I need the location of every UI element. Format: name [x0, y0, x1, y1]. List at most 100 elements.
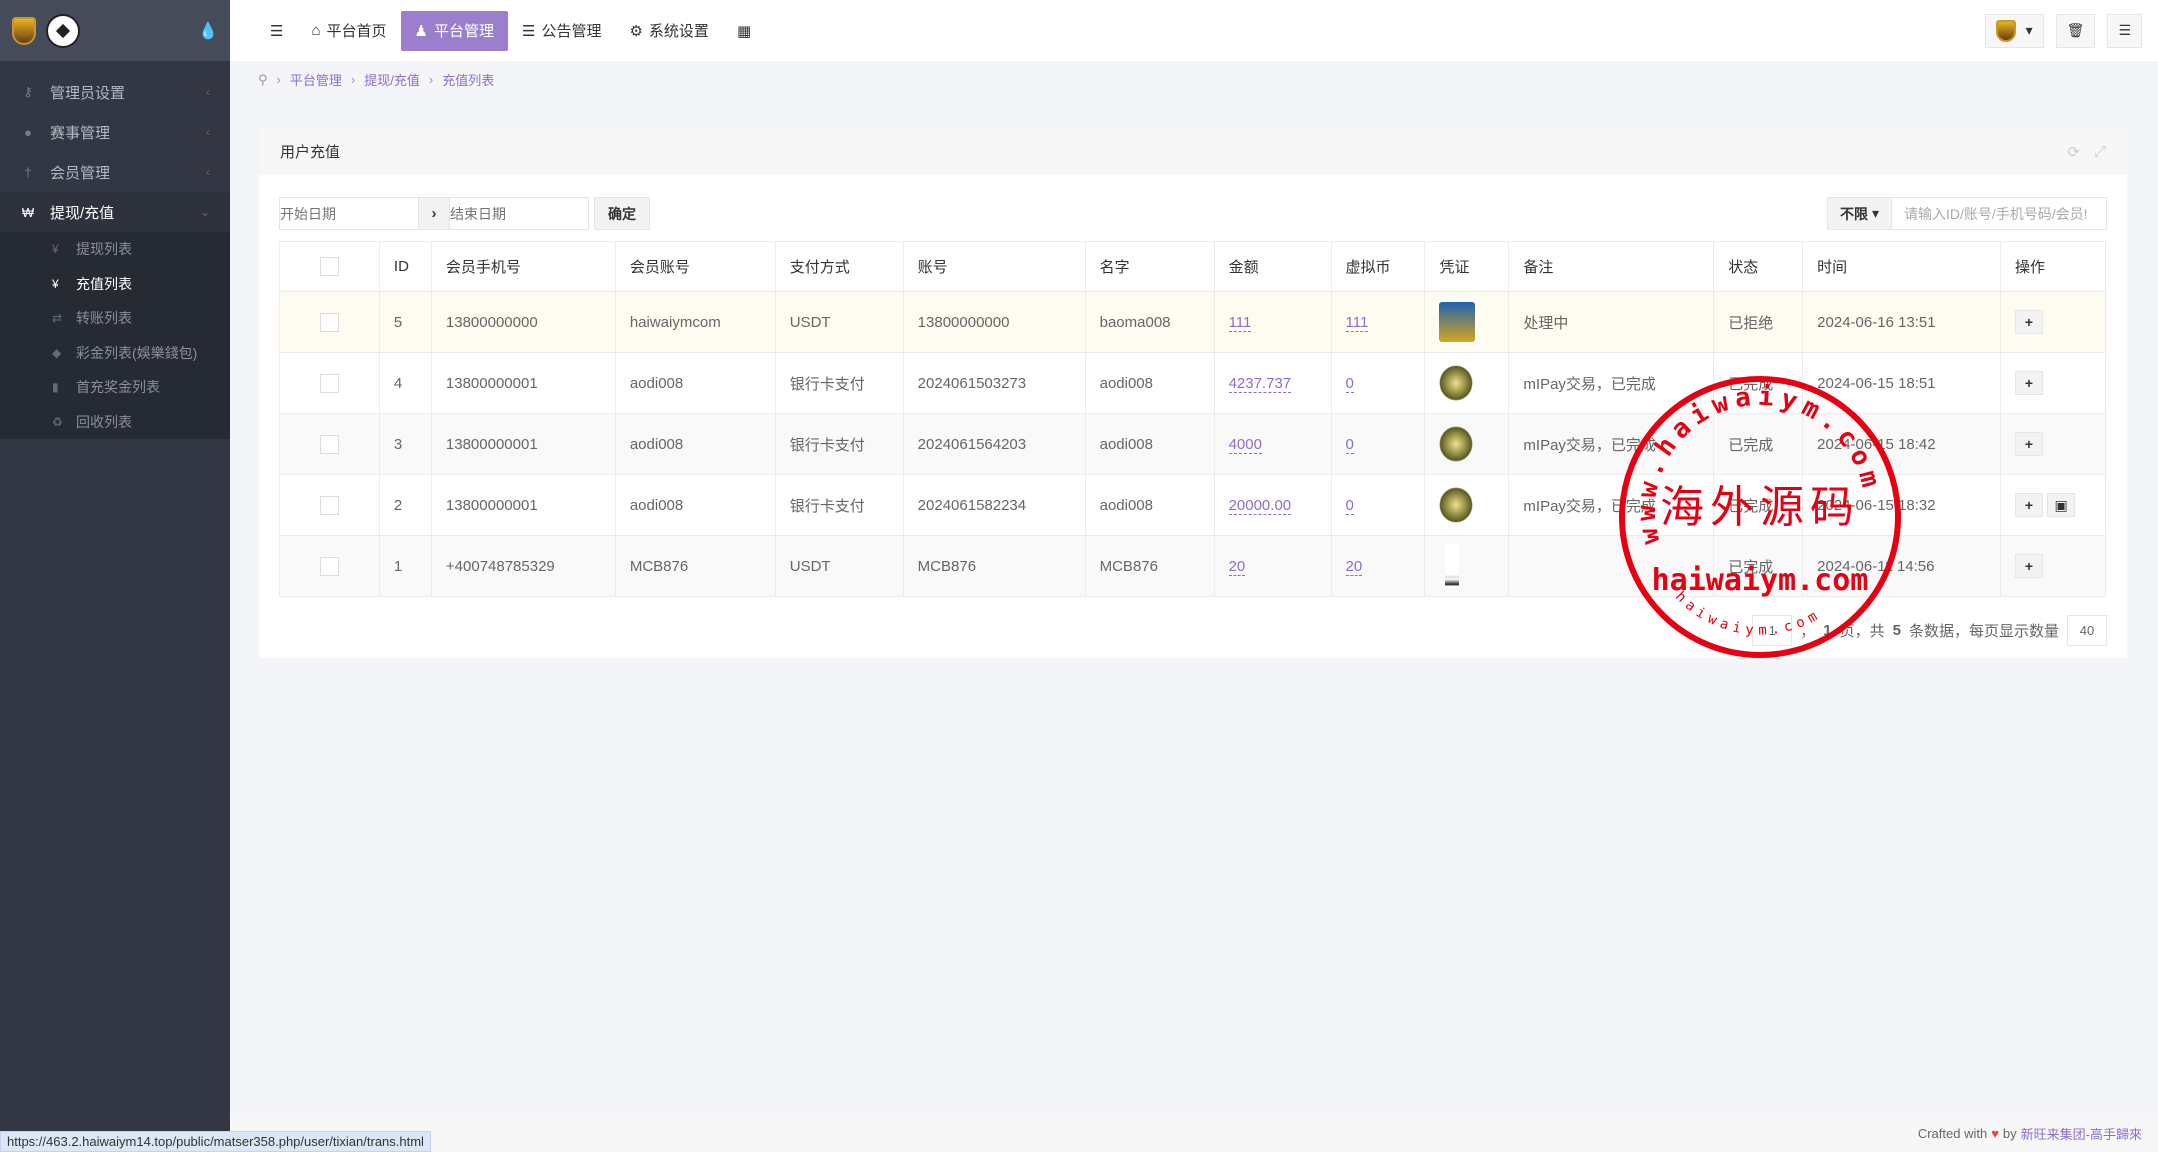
footer: Crafted with ♥ by 新旺来集团-高手歸來 [230, 1114, 2158, 1152]
recharge-table: ID 会员手机号 会员账号 支付方式 账号 名字 金额 虚拟币 凭证 备注 状态… [279, 241, 2107, 597]
amount-edit-link[interactable]: 4237.737 [1228, 374, 1292, 393]
cell-pay: 银行卡支付 [774, 352, 904, 414]
football-icon [46, 13, 80, 48]
add-button[interactable]: + [2014, 310, 2043, 334]
col-account: 会员账号 [614, 241, 776, 292]
cell-time: 2024-06-15 18:32 [1802, 474, 2001, 536]
search-input[interactable] [1892, 197, 2107, 230]
coin-edit-link[interactable]: 0 [1345, 496, 1354, 515]
tab-announcements[interactable]: ☰ 公告管理 [508, 11, 615, 51]
cell-pay: 银行卡支付 [774, 474, 904, 536]
cell-id: 1 [378, 535, 432, 597]
cell-name: MCB876 [1084, 535, 1215, 597]
row-checkbox[interactable] [319, 434, 339, 454]
coin-edit-link[interactable]: 0 [1345, 435, 1354, 454]
proof-image[interactable] [1439, 365, 1474, 401]
cell-name: aodi008 [1084, 352, 1215, 414]
refresh-icon[interactable]: ⟳ [2067, 143, 2080, 161]
menu-toggle-button[interactable]: ☰ [256, 11, 297, 51]
sidebar-sub-withdraw-list[interactable]: ¥ 提现列表 [0, 232, 230, 267]
col-amount: 金额 [1213, 241, 1332, 292]
sidebar-item-events[interactable]: ● 赛事管理 ‹ [0, 112, 230, 152]
apps-button[interactable]: ▦ [723, 11, 765, 51]
row-checkbox[interactable] [319, 556, 339, 576]
topbar: ☰ ⌂ 平台首页 ♟ 平台管理 ☰ 公告管理 ⚙ 系统设置 ▦ ▾ 🗑 ☰ [230, 0, 2158, 61]
page-input[interactable]: 1 [1752, 615, 1793, 646]
cell-id: 4 [378, 352, 432, 414]
add-button[interactable]: + [2014, 432, 2043, 456]
proof-image[interactable] [1439, 487, 1474, 523]
coin-edit-link[interactable]: 0 [1345, 374, 1354, 393]
cell-account: MCB876 [614, 535, 776, 597]
breadcrumb-link[interactable]: 提现/充值 [364, 70, 420, 89]
sidebar-sub-bonus-list[interactable]: ◆ 彩金列表(娛樂錢包) [0, 336, 230, 371]
cell-acct: 13800000000 [902, 291, 1086, 353]
sidebar-sub-recycle-list[interactable]: ♻ 回收列表 [0, 405, 230, 440]
table-row: 4 13800000001 aodi008 银行卡支付 202406150327… [279, 352, 2107, 414]
tab-platform-manage[interactable]: ♟ 平台管理 [400, 10, 508, 51]
cell-status: 已完成 [1713, 474, 1804, 536]
cell-time: 2024-06-16 13:51 [1802, 291, 2001, 353]
chevron-down-icon: ⌄ [199, 205, 210, 219]
yen-icon: ¥ [52, 242, 59, 257]
add-button[interactable]: + [2014, 371, 2043, 395]
cell-acct: 2024061564203 [902, 413, 1086, 475]
theme-drop-icon[interactable]: 💧 [198, 21, 218, 41]
cell-time: 2024-06-15 18:42 [1802, 413, 2001, 475]
add-button[interactable]: + [2014, 492, 2043, 517]
sidebar-sub-recharge-list[interactable]: ¥ 充值列表 [0, 267, 230, 302]
amount-edit-link[interactable]: 111 [1228, 313, 1252, 332]
cell-pay: USDT [774, 535, 904, 597]
col-id[interactable]: ID [378, 241, 432, 292]
breadcrumb-link[interactable]: 平台管理 [290, 70, 342, 89]
cell-id: 3 [378, 413, 432, 475]
col-coin: 虚拟币 [1330, 241, 1426, 292]
cell-acct: 2024061582234 [902, 474, 1086, 536]
add-button[interactable]: + [2014, 554, 2043, 578]
cell-note: 处理中 [1508, 291, 1715, 353]
cell-status: 已完成 [1713, 535, 1804, 597]
money-icon[interactable]: ▣ [2047, 493, 2076, 518]
cell-phone: 13800000001 [430, 474, 616, 536]
end-date-input[interactable] [449, 197, 589, 230]
layout-toggle-button[interactable]: ☰ [2107, 13, 2142, 48]
cell-note: mIPay交易，已完成 [1508, 352, 1715, 414]
sidebar-sub-transfer-list[interactable]: ⇄ 转账列表 [0, 301, 230, 336]
amount-edit-link[interactable]: 20000.00 [1228, 496, 1292, 515]
coin-edit-link[interactable]: 111 [1345, 313, 1369, 332]
clear-cache-button[interactable]: 🗑 [2055, 13, 2096, 48]
sidebar-item-withdraw-recharge[interactable]: ₩ 提现/充值 ⌄ [0, 192, 230, 232]
fullscreen-icon[interactable]: ⤢ [2094, 143, 2106, 161]
cell-acct: MCB876 [902, 535, 1086, 597]
cell-phone: 13800000001 [430, 352, 616, 414]
proof-image[interactable] [1445, 544, 1460, 588]
footer-link[interactable]: 新旺来集团-高手歸來 [2021, 1124, 2142, 1143]
breadcrumb-current[interactable]: 充值列表 [442, 70, 494, 89]
col-time: 时间 [1802, 241, 2001, 292]
tab-system-settings[interactable]: ⚙ 系统设置 [615, 11, 722, 51]
cell-account: haiwaiymcom [614, 291, 776, 353]
amount-edit-link[interactable]: 20 [1228, 557, 1246, 576]
select-all-checkbox[interactable] [319, 257, 339, 276]
gear-icon: ⚙ [629, 22, 643, 40]
cell-id: 5 [378, 291, 432, 353]
row-checkbox[interactable] [319, 373, 339, 393]
location-icon: ⚲ [258, 71, 268, 87]
confirm-button[interactable]: 确定 [594, 197, 650, 230]
amount-edit-link[interactable]: 4000 [1228, 435, 1262, 454]
search-field-select[interactable]: 不限 ▾ [1826, 197, 1892, 230]
proof-image[interactable] [1439, 302, 1476, 342]
coin-edit-link[interactable]: 20 [1345, 557, 1363, 576]
sidebar-item-members[interactable]: † 会员管理 ‹ [0, 152, 230, 192]
table-row: 5 13800000000 haiwaiymcom USDT 138000000… [279, 291, 2107, 353]
row-checkbox[interactable] [319, 495, 339, 515]
proof-image[interactable] [1439, 426, 1474, 462]
start-date-input[interactable] [279, 197, 419, 230]
sidebar-sub-first-bonus-list[interactable]: ▮ 首充奖金列表 [0, 370, 230, 405]
cell-note: mIPay交易，已完成 [1508, 413, 1715, 475]
tab-platform-home[interactable]: ⌂ 平台首页 [297, 11, 400, 51]
user-menu-button[interactable]: ▾ [1984, 13, 2044, 48]
per-page-input[interactable]: 40 [2067, 615, 2107, 646]
sidebar-item-admin[interactable]: ⚷ 管理员设置 ‹ [0, 72, 230, 112]
row-checkbox[interactable] [319, 312, 339, 332]
